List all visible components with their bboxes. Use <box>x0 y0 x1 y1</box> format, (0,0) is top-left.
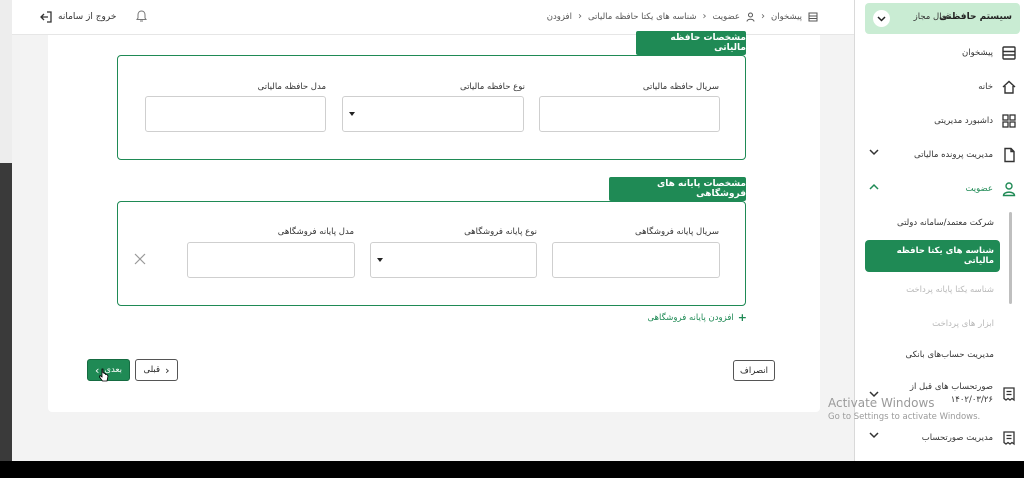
pos-terminal-section: سریال پایانه فروشگاهی نوع پایانه فروشگاه… <box>117 201 746 306</box>
breadcrumb-item-dashboard[interactable]: پیشخوان <box>771 12 802 22</box>
field-label-model: مدل حافظه مالیاتی <box>257 82 326 92</box>
chevron-left-icon: ‹ <box>702 11 707 22</box>
previous-label: قبلی <box>143 365 161 375</box>
content-area: سریال حافظه مالیاتی نوع حافظه مالیاتی مد… <box>12 31 854 461</box>
remove-row-icon[interactable] <box>133 252 147 266</box>
logout-button[interactable]: خروج از سامانه <box>40 11 116 23</box>
submenu-item-bank-accounts[interactable]: مدیریت حساب‌های بانکی <box>906 350 994 360</box>
plus-icon: + <box>737 311 747 324</box>
logout-icon <box>40 11 52 23</box>
sidebar-item-membership[interactable]: عضویت <box>855 180 1024 200</box>
chevron-up-icon[interactable] <box>869 183 879 193</box>
sidebar-scrollbar[interactable] <box>1009 212 1012 304</box>
chevron-down-icon[interactable] <box>869 149 879 159</box>
add-pos-terminal-link[interactable]: + افزودن پایانه فروشگاهی <box>647 311 747 324</box>
chevron-left-icon: ‹ <box>761 11 765 22</box>
dashboard-icon <box>1001 45 1017 61</box>
sidebar-item-label: خانه <box>978 82 993 92</box>
chevron-left-icon: ‹ <box>577 11 582 22</box>
sidebar-item-dashboard[interactable]: پیشخوان <box>855 44 1024 64</box>
breadcrumb-item-unique-ids[interactable]: شناسه های یکتا حافظه مالیاتی <box>588 12 696 22</box>
app-window: خروج از سامانه پیشخوان ‹ عضویت ‹ شناسه ه… <box>0 0 1024 461</box>
sidebar-item-label: پیشخوان <box>962 48 993 58</box>
tax-memory-model-input[interactable] <box>145 96 326 132</box>
field-label-serial: سریال پایانه فروشگاهی <box>634 227 719 237</box>
breadcrumb-item-add: افزودن <box>546 11 572 22</box>
notification-bell-icon[interactable] <box>136 10 147 26</box>
submenu-item-payment-terminal-id: شناسه یکتا پایانه پرداخت <box>906 285 994 295</box>
watermark-line1: Activate Windows <box>828 396 935 410</box>
chevron-down-icon[interactable] <box>873 10 890 27</box>
sidebar-item-management-dashboard[interactable]: داشبورد مدیریتی <box>855 112 1024 132</box>
pos-model-input[interactable] <box>187 242 355 278</box>
grid-icon <box>1001 113 1017 129</box>
caret-down-icon <box>377 258 383 262</box>
breadcrumb: پیشخوان ‹ عضویت ‹ شناسه های یکتا حافظه م… <box>547 11 818 22</box>
sidebar-item-home[interactable]: خانه <box>855 78 1024 98</box>
receipt-icon <box>1001 386 1017 402</box>
user-icon <box>746 12 755 22</box>
sidebar-item-label: داشبورد مدیریتی <box>934 116 993 126</box>
cancel-label: انصراف <box>740 365 768 376</box>
pos-serial-input[interactable] <box>552 242 720 278</box>
system-name: سیستم حافظتی <box>939 12 1012 22</box>
receipt-icon <box>1001 430 1017 446</box>
previous-button[interactable]: ‹ قبلی <box>135 359 178 381</box>
left-edge-strip <box>0 0 12 461</box>
submenu-item-tax-memory-ids[interactable]: شناسه های یکتا حافظه مالیاتی <box>865 240 1000 272</box>
chevron-down-icon[interactable] <box>869 432 879 442</box>
dashboard-icon <box>808 12 818 21</box>
user-icon <box>1001 181 1017 197</box>
sidebar: سیستم حافظتی فعال مجاز پیشخوان خانه داشب… <box>854 0 1024 461</box>
caret-down-icon <box>349 112 355 116</box>
system-header[interactable]: سیستم حافظتی فعال مجاز <box>865 3 1020 34</box>
logout-label: خروج از سامانه <box>58 12 117 22</box>
sidebar-item-label: عضویت <box>965 184 993 194</box>
field-label-type: نوع حافظه مالیاتی <box>459 82 525 92</box>
home-icon <box>1001 79 1017 95</box>
sidebar-item-label: مدیریت صورتحساب <box>921 433 993 443</box>
field-label-type: نوع پایانه فروشگاهی <box>464 227 537 237</box>
status-badge: فعال مجاز <box>913 12 950 22</box>
section-title: مشخصات پایانه های فروشگاهی <box>609 177 746 201</box>
submenu-item-payment-tools: ابزار های پرداخت <box>932 319 994 329</box>
activate-windows-watermark: Activate Windows Go to Settings to activ… <box>828 396 980 422</box>
submenu-item-label: شناسه های یکتا حافظه مالیاتی <box>896 246 994 266</box>
tax-memory-section: سریال حافظه مالیاتی نوع حافظه مالیاتی مد… <box>117 55 746 160</box>
sidebar-item-invoice-management[interactable]: مدیریت صورتحساب <box>855 429 1024 449</box>
tax-memory-type-select[interactable] <box>342 96 524 132</box>
sidebar-item-label: صورتحساب های قبل از <box>909 382 993 392</box>
sidebar-item-label: مدیریت پرونده مالیاتی <box>914 150 993 160</box>
top-bar: خروج از سامانه پیشخوان ‹ عضویت ‹ شناسه ه… <box>12 0 854 35</box>
watermark-line2: Go to Settings to activate Windows. <box>828 412 981 422</box>
add-pos-label: افزودن پایانه فروشگاهی <box>647 312 734 323</box>
chevron-left-icon: ‹ <box>165 363 170 377</box>
tax-memory-serial-input[interactable] <box>539 96 720 132</box>
cancel-button[interactable]: انصراف <box>733 360 775 381</box>
sidebar-item-tax-file[interactable]: مدیریت پرونده مالیاتی <box>855 146 1024 166</box>
mouse-cursor-icon <box>99 368 109 382</box>
field-label-model: مدل پایانه فروشگاهی <box>277 227 354 237</box>
field-label-serial: سریال حافظه مالیاتی <box>642 82 719 92</box>
pos-type-select[interactable] <box>370 242 537 278</box>
submenu-item-trusted-company[interactable]: شرکت معتمد/سامانه دولتی <box>897 218 994 228</box>
file-icon <box>1001 147 1017 163</box>
breadcrumb-item-membership[interactable]: عضویت <box>712 12 740 22</box>
section-title: مشخصات حافظه مالیاتی <box>636 31 746 55</box>
form-card: سریال حافظه مالیاتی نوع حافظه مالیاتی مد… <box>48 31 820 412</box>
